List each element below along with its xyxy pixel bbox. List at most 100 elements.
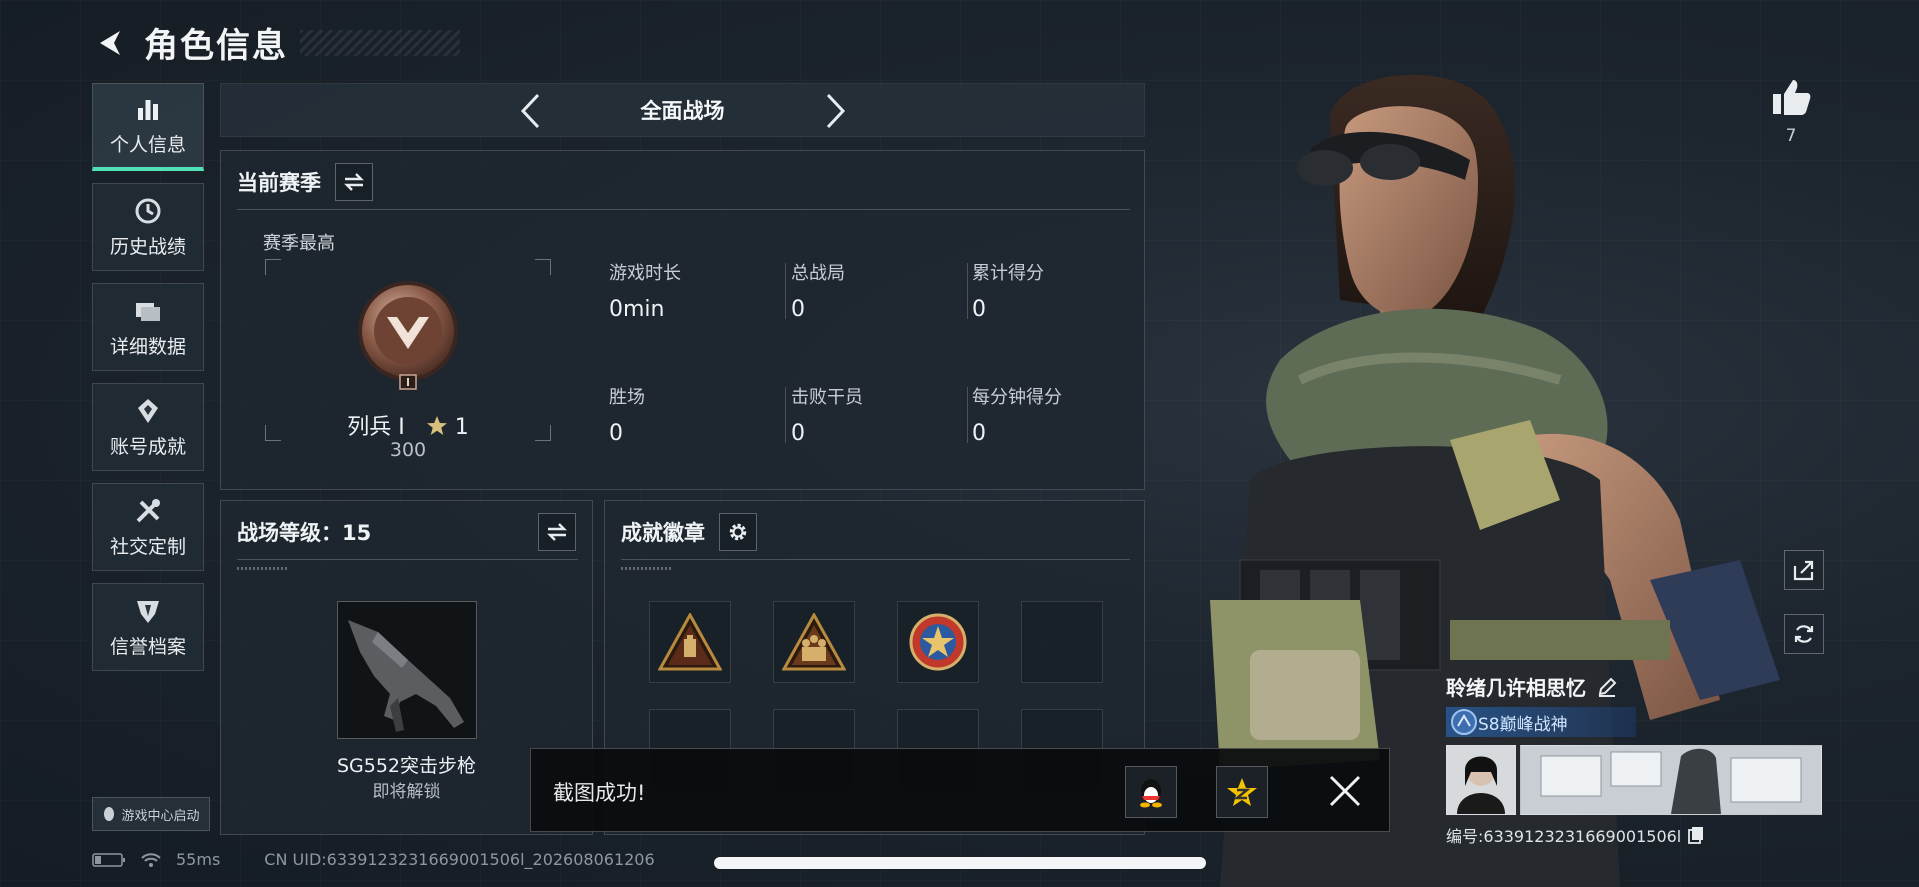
stat-separator [967, 387, 968, 443]
badge-slot-4[interactable] [1021, 601, 1103, 683]
refresh-button[interactable] [1784, 614, 1824, 654]
nav-item-achievements[interactable]: 账号成就 [92, 383, 204, 471]
mode-selector: 全面战场 [220, 83, 1145, 137]
nav-label: 历史战绩 [109, 235, 186, 258]
shield-icon [137, 600, 159, 623]
stat-separator [967, 263, 968, 319]
stat-value: 0min [609, 297, 665, 322]
badge-slot-3[interactable] [897, 601, 979, 683]
avatar[interactable] [1446, 745, 1516, 815]
thumbs-up-icon [1773, 80, 1811, 115]
rank-points: 300 [389, 439, 427, 461]
mode-prev-button[interactable] [511, 92, 549, 130]
stat-label: 每分钟得分 [972, 387, 1062, 408]
nav-item-detailed-data[interactable]: 详细数据 [92, 283, 204, 371]
stripe-decoration [621, 567, 671, 570]
rank-name: 列兵 I [347, 415, 405, 440]
stat-label: 击败干员 [791, 387, 863, 408]
stat-label: 累计得分 [972, 263, 1044, 284]
rank-stars: 1 [454, 415, 469, 440]
share-qq-button[interactable] [1125, 766, 1177, 818]
share-export-button[interactable] [1784, 550, 1824, 590]
rank-name-row: 列兵 I 1 [265, 409, 551, 441]
clock-icon [135, 198, 161, 223]
stat-score-per-minute: 每分钟得分 0 [972, 383, 1062, 446]
nav-label: 账号成就 [109, 435, 186, 458]
swap-icon [344, 173, 364, 191]
stat-play-time: 游戏时长 0min [609, 259, 681, 322]
copy-icon[interactable] [1687, 826, 1705, 844]
chevron-right-icon [826, 93, 846, 129]
season-divider [237, 209, 1130, 210]
page-title: 角色信息 [144, 26, 288, 66]
uid-text: CN UID:6339123231669001506l_202608061206 [264, 850, 655, 869]
weapon-image[interactable] [337, 601, 477, 739]
sidebar-nav: 个人信息 历史战绩 详细数据 账号成就 社交定制 信誉档案 [92, 83, 204, 683]
back-arrow-icon[interactable] [92, 25, 128, 61]
stat-total-matches: 总战局 0 [791, 259, 845, 322]
stat-value: 0 [791, 297, 805, 322]
achievement-icon [138, 398, 158, 423]
mode-title: 全面战场 [640, 99, 725, 123]
stat-label: 胜场 [609, 387, 645, 408]
player-id-row: 编号:6339123231669001506l [1446, 823, 1826, 847]
share-icon [1793, 560, 1814, 581]
share-qzone-button[interactable] [1216, 766, 1268, 818]
player-name-row: 聆绪几许相思忆 [1446, 672, 1826, 701]
player-name: 聆绪几许相思忆 [1446, 676, 1586, 700]
edit-icon[interactable] [1596, 676, 1618, 698]
bar-chart-icon [138, 100, 158, 120]
battlefield-header: 战场等级：15 [237, 513, 576, 551]
frame-corner [265, 259, 281, 275]
star-emblem-badge-icon [909, 613, 967, 671]
stat-value: 0 [609, 421, 623, 446]
qzone-star-icon [1227, 778, 1257, 806]
player-title: S8巅峰战神 [1478, 714, 1568, 735]
nav-item-credit-record[interactable]: 信誉档案 [92, 583, 204, 671]
close-icon[interactable] [1325, 771, 1365, 811]
battlefield-level-label: 战场等级：15 [237, 521, 372, 545]
refresh-icon [1794, 625, 1814, 643]
stat-value: 0 [791, 421, 805, 446]
gear-icon [729, 523, 747, 541]
rifle-icon [348, 620, 464, 732]
like-button[interactable]: 7 [1770, 78, 1812, 146]
badges-divider [621, 559, 1130, 560]
mode-next-button[interactable] [817, 92, 855, 130]
player-title-badge: S8巅峰战神 [1446, 707, 1636, 737]
nav-item-match-history[interactable]: 历史战绩 [92, 183, 204, 271]
player-banner[interactable] [1520, 745, 1822, 815]
battlefield-switch-button[interactable] [538, 513, 576, 551]
nav-label: 个人信息 [109, 134, 186, 156]
header: 角色信息 [92, 18, 460, 67]
tools-icon [136, 498, 160, 522]
penguin-icon [104, 807, 115, 821]
chevron-left-icon [520, 93, 540, 129]
stat-value: 0 [972, 421, 986, 446]
season-switch-button[interactable] [335, 163, 373, 201]
nav-item-personal-info[interactable]: 个人信息 [92, 83, 204, 171]
nav-item-social-custom[interactable]: 社交定制 [92, 483, 204, 571]
star-icon [426, 416, 447, 435]
stat-wins: 胜场 0 [609, 383, 645, 446]
badges-title: 成就徽章 [621, 521, 705, 545]
frame-corner [535, 259, 551, 275]
game-center-launch-button[interactable]: 游戏中心启动 [92, 797, 210, 831]
badge-slot-1[interactable] [649, 601, 731, 683]
stat-label: 游戏时长 [609, 263, 681, 284]
player-card: 聆绪几许相思忆 S8巅峰战神 编号:6339123231669001506l [1446, 672, 1826, 847]
nav-label: 信誉档案 [109, 635, 186, 658]
current-season-panel: 当前赛季 赛季最高 列兵 I 1 300 游戏时长 0min 总战局 0 累计得… [220, 150, 1145, 490]
stripe-decoration [237, 567, 287, 570]
ping-value: 55ms [176, 850, 221, 869]
triangle-badge-icon [658, 613, 722, 671]
banner-art-icon [1521, 746, 1821, 814]
badge-slot-2[interactable] [773, 601, 855, 683]
wifi-icon [141, 852, 161, 867]
home-indicator[interactable] [714, 857, 1206, 869]
title-decoration [300, 29, 460, 56]
rank-display: 列兵 I 1 300 [265, 259, 551, 461]
season-header: 当前赛季 [237, 163, 373, 201]
badges-settings-button[interactable] [719, 513, 757, 551]
toast-message: 截图成功! [553, 781, 646, 805]
